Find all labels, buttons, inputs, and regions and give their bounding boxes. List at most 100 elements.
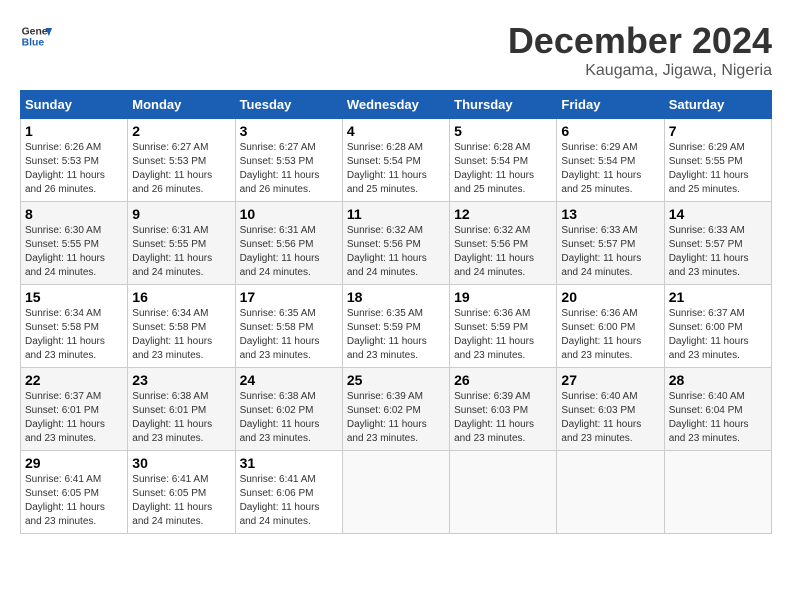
- day-number: 13: [561, 206, 659, 222]
- calendar-cell: 12 Sunrise: 6:32 AM Sunset: 5:56 PM Dayl…: [450, 202, 557, 285]
- day-info: Sunrise: 6:32 AM Sunset: 5:56 PM Dayligh…: [347, 224, 445, 280]
- calendar-cell: 19 Sunrise: 6:36 AM Sunset: 5:59 PM Dayl…: [450, 285, 557, 368]
- day-number: 1: [25, 123, 123, 139]
- calendar-cell: 2 Sunrise: 6:27 AM Sunset: 5:53 PM Dayli…: [128, 119, 235, 202]
- day-info: Sunrise: 6:38 AM Sunset: 6:01 PM Dayligh…: [132, 390, 230, 446]
- day-info: Sunrise: 6:41 AM Sunset: 6:05 PM Dayligh…: [132, 473, 230, 529]
- day-info: Sunrise: 6:31 AM Sunset: 5:56 PM Dayligh…: [240, 224, 338, 280]
- calendar-cell: 4 Sunrise: 6:28 AM Sunset: 5:54 PM Dayli…: [342, 119, 449, 202]
- day-number: 16: [132, 289, 230, 305]
- day-number: 22: [25, 372, 123, 388]
- calendar-cell: 21 Sunrise: 6:37 AM Sunset: 6:00 PM Dayl…: [664, 285, 771, 368]
- day-number: 25: [347, 372, 445, 388]
- day-number: 28: [669, 372, 767, 388]
- day-info: Sunrise: 6:41 AM Sunset: 6:05 PM Dayligh…: [25, 473, 123, 529]
- day-info: Sunrise: 6:40 AM Sunset: 6:04 PM Dayligh…: [669, 390, 767, 446]
- day-info: Sunrise: 6:32 AM Sunset: 5:56 PM Dayligh…: [454, 224, 552, 280]
- day-number: 31: [240, 455, 338, 471]
- day-info: Sunrise: 6:26 AM Sunset: 5:53 PM Dayligh…: [25, 141, 123, 197]
- calendar-cell: 28 Sunrise: 6:40 AM Sunset: 6:04 PM Dayl…: [664, 368, 771, 451]
- day-number: 29: [25, 455, 123, 471]
- calendar-subtitle: Kaugama, Jigawa, Nigeria: [508, 62, 772, 80]
- day-number: 9: [132, 206, 230, 222]
- day-info: Sunrise: 6:27 AM Sunset: 5:53 PM Dayligh…: [132, 141, 230, 197]
- day-number: 24: [240, 372, 338, 388]
- day-number: 27: [561, 372, 659, 388]
- day-info: Sunrise: 6:28 AM Sunset: 5:54 PM Dayligh…: [454, 141, 552, 197]
- day-number: 12: [454, 206, 552, 222]
- day-info: Sunrise: 6:31 AM Sunset: 5:55 PM Dayligh…: [132, 224, 230, 280]
- calendar-cell: 27 Sunrise: 6:40 AM Sunset: 6:03 PM Dayl…: [557, 368, 664, 451]
- title-block: December 2024 Kaugama, Jigawa, Nigeria: [508, 20, 772, 80]
- day-number: 26: [454, 372, 552, 388]
- calendar-cell: [342, 451, 449, 534]
- calendar-title: December 2024: [508, 20, 772, 62]
- day-number: 30: [132, 455, 230, 471]
- calendar-cell: 26 Sunrise: 6:39 AM Sunset: 6:03 PM Dayl…: [450, 368, 557, 451]
- weekday-header: Saturday: [664, 91, 771, 119]
- day-number: 7: [669, 123, 767, 139]
- calendar-cell: [557, 451, 664, 534]
- calendar-cell: 13 Sunrise: 6:33 AM Sunset: 5:57 PM Dayl…: [557, 202, 664, 285]
- day-number: 10: [240, 206, 338, 222]
- calendar-week-row: 8 Sunrise: 6:30 AM Sunset: 5:55 PM Dayli…: [21, 202, 772, 285]
- day-info: Sunrise: 6:35 AM Sunset: 5:58 PM Dayligh…: [240, 307, 338, 363]
- calendar-week-row: 1 Sunrise: 6:26 AM Sunset: 5:53 PM Dayli…: [21, 119, 772, 202]
- calendar-table: SundayMondayTuesdayWednesdayThursdayFrid…: [20, 90, 772, 534]
- calendar-cell: 10 Sunrise: 6:31 AM Sunset: 5:56 PM Dayl…: [235, 202, 342, 285]
- day-number: 14: [669, 206, 767, 222]
- day-number: 2: [132, 123, 230, 139]
- weekday-header: Monday: [128, 91, 235, 119]
- day-info: Sunrise: 6:37 AM Sunset: 6:00 PM Dayligh…: [669, 307, 767, 363]
- calendar-cell: 3 Sunrise: 6:27 AM Sunset: 5:53 PM Dayli…: [235, 119, 342, 202]
- calendar-cell: 6 Sunrise: 6:29 AM Sunset: 5:54 PM Dayli…: [557, 119, 664, 202]
- calendar-week-row: 15 Sunrise: 6:34 AM Sunset: 5:58 PM Dayl…: [21, 285, 772, 368]
- logo-icon: General Blue: [20, 20, 52, 52]
- day-info: Sunrise: 6:40 AM Sunset: 6:03 PM Dayligh…: [561, 390, 659, 446]
- weekday-header: Thursday: [450, 91, 557, 119]
- day-number: 5: [454, 123, 552, 139]
- day-info: Sunrise: 6:27 AM Sunset: 5:53 PM Dayligh…: [240, 141, 338, 197]
- day-info: Sunrise: 6:37 AM Sunset: 6:01 PM Dayligh…: [25, 390, 123, 446]
- day-info: Sunrise: 6:30 AM Sunset: 5:55 PM Dayligh…: [25, 224, 123, 280]
- weekday-header-row: SundayMondayTuesdayWednesdayThursdayFrid…: [21, 91, 772, 119]
- calendar-cell: 5 Sunrise: 6:28 AM Sunset: 5:54 PM Dayli…: [450, 119, 557, 202]
- day-number: 6: [561, 123, 659, 139]
- calendar-cell: 7 Sunrise: 6:29 AM Sunset: 5:55 PM Dayli…: [664, 119, 771, 202]
- day-number: 3: [240, 123, 338, 139]
- calendar-cell: 25 Sunrise: 6:39 AM Sunset: 6:02 PM Dayl…: [342, 368, 449, 451]
- day-info: Sunrise: 6:41 AM Sunset: 6:06 PM Dayligh…: [240, 473, 338, 529]
- calendar-cell: 14 Sunrise: 6:33 AM Sunset: 5:57 PM Dayl…: [664, 202, 771, 285]
- day-number: 23: [132, 372, 230, 388]
- day-number: 15: [25, 289, 123, 305]
- calendar-cell: 18 Sunrise: 6:35 AM Sunset: 5:59 PM Dayl…: [342, 285, 449, 368]
- day-info: Sunrise: 6:29 AM Sunset: 5:54 PM Dayligh…: [561, 141, 659, 197]
- day-info: Sunrise: 6:38 AM Sunset: 6:02 PM Dayligh…: [240, 390, 338, 446]
- calendar-cell: 31 Sunrise: 6:41 AM Sunset: 6:06 PM Dayl…: [235, 451, 342, 534]
- calendar-cell: 8 Sunrise: 6:30 AM Sunset: 5:55 PM Dayli…: [21, 202, 128, 285]
- day-info: Sunrise: 6:33 AM Sunset: 5:57 PM Dayligh…: [561, 224, 659, 280]
- calendar-cell: 15 Sunrise: 6:34 AM Sunset: 5:58 PM Dayl…: [21, 285, 128, 368]
- day-number: 21: [669, 289, 767, 305]
- calendar-week-row: 22 Sunrise: 6:37 AM Sunset: 6:01 PM Dayl…: [21, 368, 772, 451]
- calendar-cell: 16 Sunrise: 6:34 AM Sunset: 5:58 PM Dayl…: [128, 285, 235, 368]
- calendar-cell: 24 Sunrise: 6:38 AM Sunset: 6:02 PM Dayl…: [235, 368, 342, 451]
- day-info: Sunrise: 6:36 AM Sunset: 5:59 PM Dayligh…: [454, 307, 552, 363]
- calendar-cell: 29 Sunrise: 6:41 AM Sunset: 6:05 PM Dayl…: [21, 451, 128, 534]
- day-info: Sunrise: 6:36 AM Sunset: 6:00 PM Dayligh…: [561, 307, 659, 363]
- day-info: Sunrise: 6:33 AM Sunset: 5:57 PM Dayligh…: [669, 224, 767, 280]
- day-info: Sunrise: 6:28 AM Sunset: 5:54 PM Dayligh…: [347, 141, 445, 197]
- svg-text:Blue: Blue: [22, 38, 45, 49]
- calendar-cell: 17 Sunrise: 6:35 AM Sunset: 5:58 PM Dayl…: [235, 285, 342, 368]
- day-number: 8: [25, 206, 123, 222]
- weekday-header: Tuesday: [235, 91, 342, 119]
- calendar-cell: 22 Sunrise: 6:37 AM Sunset: 6:01 PM Dayl…: [21, 368, 128, 451]
- calendar-cell: 30 Sunrise: 6:41 AM Sunset: 6:05 PM Dayl…: [128, 451, 235, 534]
- day-number: 17: [240, 289, 338, 305]
- day-number: 11: [347, 206, 445, 222]
- calendar-cell: 20 Sunrise: 6:36 AM Sunset: 6:00 PM Dayl…: [557, 285, 664, 368]
- calendar-week-row: 29 Sunrise: 6:41 AM Sunset: 6:05 PM Dayl…: [21, 451, 772, 534]
- weekday-header: Friday: [557, 91, 664, 119]
- calendar-cell: 1 Sunrise: 6:26 AM Sunset: 5:53 PM Dayli…: [21, 119, 128, 202]
- page-header: General Blue December 2024 Kaugama, Jiga…: [20, 20, 772, 80]
